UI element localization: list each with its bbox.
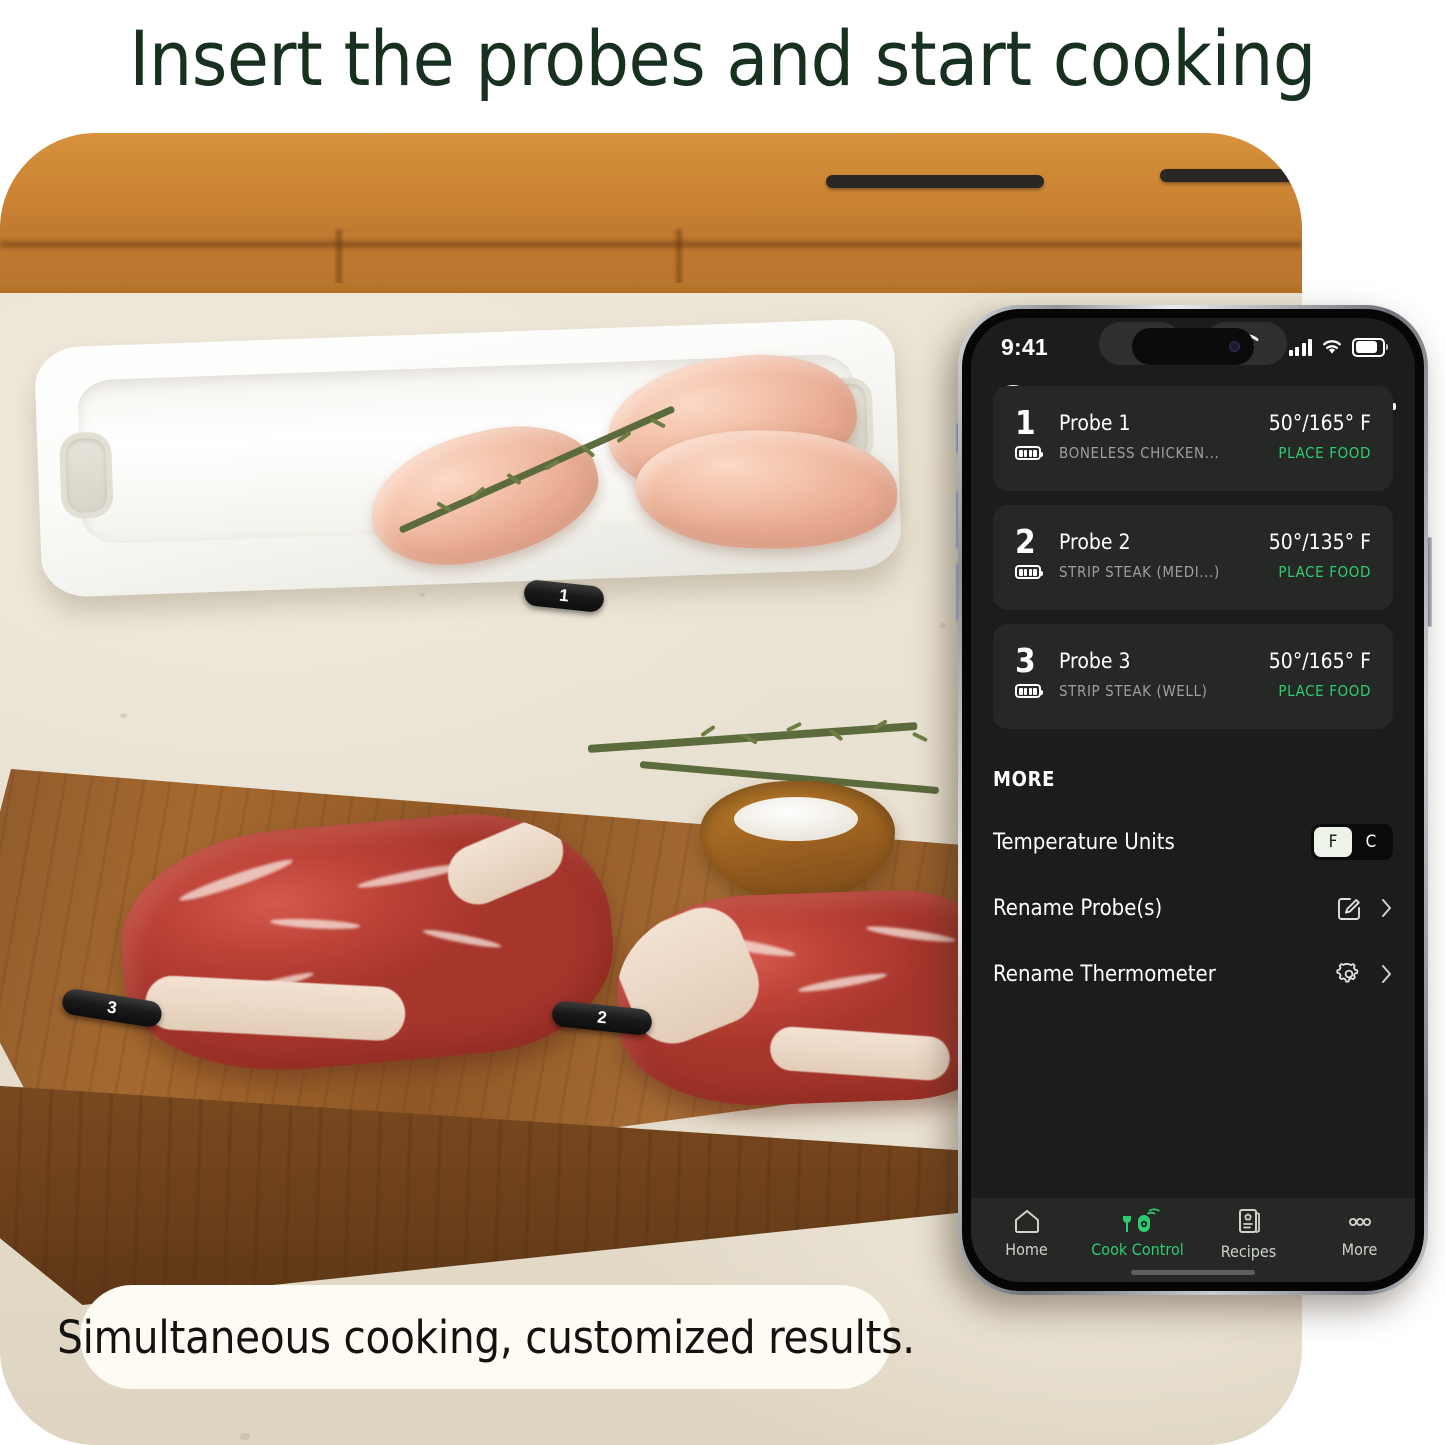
- promo-page: Insert the probes and start cooking 1 3 …: [0, 0, 1445, 1445]
- probe-number: 2: [1015, 522, 1036, 561]
- probe-list: 1 Probe 1 50°/165° F BONELESS CHICKEN...…: [971, 386, 1415, 729]
- probe-status-badge[interactable]: PLACE FOOD: [1278, 444, 1371, 462]
- front-camera-icon: [1229, 341, 1240, 352]
- probe-battery-icon: [1015, 565, 1043, 579]
- tab-home[interactable]: Home: [971, 1208, 1082, 1259]
- status-bar: 9:41: [971, 318, 1415, 376]
- row-label: Rename Thermometer: [993, 961, 1216, 987]
- more-header: MORE: [993, 767, 1056, 791]
- phone-bezel: 9:41 1 Probe 1 50°/165° F BONELESS CHICK…: [962, 309, 1424, 1291]
- row-label: Rename Probe(s): [993, 895, 1163, 921]
- battery-icon: [1352, 337, 1388, 357]
- row-rename-thermometer[interactable]: Rename Thermometer: [993, 941, 1393, 1007]
- more-section: MORE Temperature Units F C Rename Probe(…: [971, 743, 1415, 1007]
- salt: [734, 797, 858, 841]
- silence-switch[interactable]: [954, 423, 958, 453]
- power-button[interactable]: [1428, 537, 1432, 627]
- cabinet-handle-icon: [826, 175, 1044, 188]
- tab-label: Home: [1005, 1240, 1048, 1259]
- volume-down-button[interactable]: [954, 563, 958, 621]
- probe-status-badge[interactable]: PLACE FOOD: [1278, 682, 1371, 700]
- unit-option-f[interactable]: F: [1314, 827, 1352, 857]
- page-title: Insert the probes and start cooking: [129, 14, 1316, 103]
- pencil-square-icon: [1331, 894, 1367, 922]
- tab-label: Recipes: [1220, 1242, 1277, 1261]
- probe-food: BONELESS CHICKEN...: [1059, 444, 1220, 462]
- probe-number: 3: [1015, 641, 1036, 680]
- temperature-unit-toggle[interactable]: F C: [1311, 824, 1393, 860]
- platter-handle: [58, 431, 114, 520]
- probe-name: Probe 1: [1059, 410, 1131, 435]
- probe-number: 1: [1015, 403, 1036, 442]
- chevron-right-icon: [1367, 963, 1393, 985]
- probe-food: STRIP STEAK (WELL): [1059, 682, 1208, 700]
- probe-name: Probe 2: [1059, 529, 1131, 554]
- probe-name: Probe 3: [1059, 648, 1131, 673]
- ellipsis-icon: [1348, 1217, 1371, 1226]
- tab-recipes[interactable]: Recipes: [1193, 1208, 1304, 1261]
- tab-bar: Home Cook Control Recipes More: [971, 1198, 1415, 1282]
- row-rename-probes[interactable]: Rename Probe(s): [993, 875, 1393, 941]
- kitchen-cabinets: [0, 133, 1302, 293]
- probe-battery-icon: [1015, 446, 1043, 460]
- status-clock: 9:41: [1001, 333, 1048, 360]
- tab-cook-control[interactable]: Cook Control: [1082, 1208, 1193, 1259]
- phone-screen: 9:41 1 Probe 1 50°/165° F BONELESS CHICK…: [971, 318, 1415, 1282]
- cabinet-handle-icon: [1160, 169, 1302, 182]
- wifi-icon: [1323, 339, 1341, 354]
- probe-card[interactable]: 1 Probe 1 50°/165° F BONELESS CHICKEN...…: [993, 386, 1393, 491]
- probe-temperature: 50°/165° F: [1268, 410, 1371, 435]
- row-temperature-units[interactable]: Temperature Units F C: [993, 809, 1393, 875]
- gear-icon: [1331, 960, 1367, 988]
- home-icon: [1014, 1210, 1039, 1233]
- tab-more[interactable]: More: [1304, 1208, 1415, 1259]
- phone-mockup: 9:41 1 Probe 1 50°/165° F BONELESS CHICK…: [954, 305, 1432, 1295]
- serving-platter: [33, 318, 903, 598]
- home-indicator[interactable]: [1131, 1270, 1255, 1275]
- probe-card[interactable]: 3 Probe 3 50°/165° F STRIP STEAK (WELL) …: [993, 624, 1393, 729]
- probe-temperature: 50°/165° F: [1268, 648, 1371, 673]
- caption-pill: Simultaneous cooking, customized results…: [57, 1285, 915, 1389]
- probe-temperature: 50°/135° F: [1268, 529, 1371, 554]
- chevron-right-icon: [1367, 897, 1393, 919]
- cook-control-icon: [1122, 1208, 1160, 1232]
- probe-food: STRIP STEAK (MEDI...): [1059, 563, 1220, 581]
- recipes-icon: [1238, 1209, 1260, 1234]
- probe-card[interactable]: 2 Probe 2 50°/135° F STRIP STEAK (MEDI..…: [993, 505, 1393, 610]
- probe-battery-icon: [1015, 684, 1043, 698]
- tab-label: More: [1341, 1240, 1378, 1259]
- unit-option-c[interactable]: C: [1352, 827, 1390, 857]
- signal-bars-icon: [1288, 338, 1312, 356]
- tab-label: Cook Control: [1091, 1240, 1184, 1259]
- probe-status-badge[interactable]: PLACE FOOD: [1278, 563, 1371, 581]
- volume-up-button[interactable]: [954, 491, 958, 549]
- row-label: Temperature Units: [993, 829, 1175, 855]
- dynamic-island: [1132, 328, 1254, 365]
